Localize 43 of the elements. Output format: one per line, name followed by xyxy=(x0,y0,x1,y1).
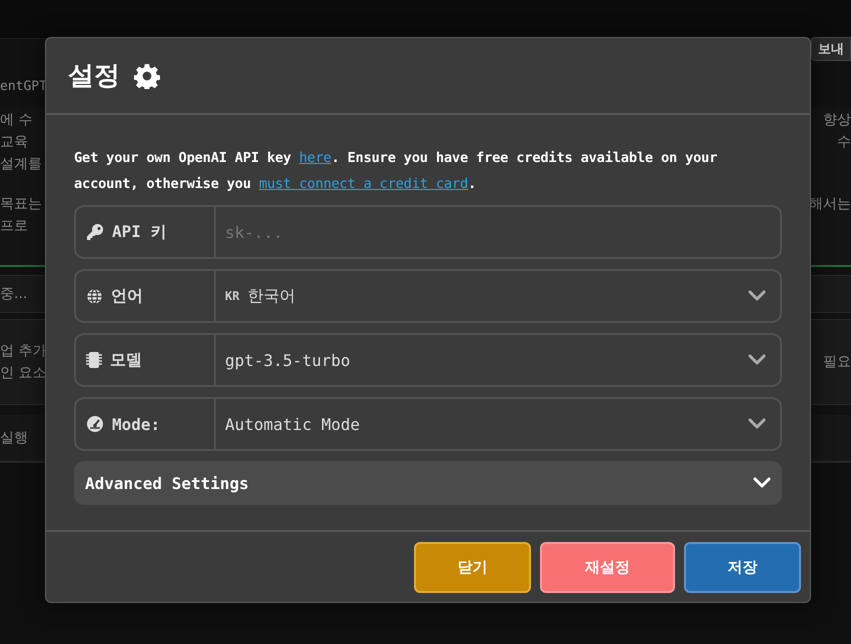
field-label: Mode: xyxy=(112,414,160,434)
select-field[interactable]: 언어 KR 한국어 xyxy=(74,269,782,323)
api-key-field[interactable]: API 키 sk-... xyxy=(74,205,782,259)
background-text: 목표는 xyxy=(0,195,42,214)
background-text: 업 추가 xyxy=(0,342,46,361)
link[interactable]: must connect a credit card xyxy=(258,176,468,192)
background-text: 에 수 xyxy=(0,111,34,130)
select-value: 한국어 xyxy=(247,286,296,306)
chip-icon xyxy=(86,351,102,369)
background-text: 교육 xyxy=(0,133,29,152)
save-button[interactable]: 저장 xyxy=(684,542,801,592)
link[interactable]: here xyxy=(299,150,332,166)
background-text: 실행 xyxy=(0,429,28,448)
advanced-settings-toggle[interactable]: Advanced Settings xyxy=(74,461,782,505)
chevron-down-icon xyxy=(753,477,771,489)
background-text: 설계를 xyxy=(0,155,42,174)
chevron-down-icon xyxy=(748,418,766,430)
select-value: gpt-3.5-turbo xyxy=(225,350,352,370)
app-title: entGPT xyxy=(0,78,47,96)
background-text: 인 요소 xyxy=(0,364,46,383)
background-text: 중... xyxy=(0,285,28,304)
background-text: 프로 xyxy=(0,217,29,236)
select-field[interactable]: Mode: Automatic Mode xyxy=(74,397,782,451)
select-field[interactable]: 모델 gpt-3.5-turbo xyxy=(74,333,782,387)
field-label: 모델 xyxy=(110,350,142,370)
dialog-title: 설정 xyxy=(68,60,120,93)
gauge-icon xyxy=(86,415,104,433)
key-icon xyxy=(86,223,104,241)
export-button[interactable]: 보내 xyxy=(811,37,851,61)
api-key-input[interactable]: sk-... xyxy=(225,222,766,242)
background-text: 향상 xyxy=(823,111,851,130)
field-label: API 키 xyxy=(112,222,167,242)
background-text: 수 xyxy=(837,133,851,152)
background-text: 필요 xyxy=(823,353,851,372)
chevron-down-icon xyxy=(748,354,766,366)
select-value: Automatic Mode xyxy=(225,414,361,434)
flag-code: KR xyxy=(225,289,240,303)
intro-text: Get your own OpenAI API key here. Ensure you have free credits available on your account, otherwise you must connect a credit card. xyxy=(74,149,718,194)
chevron-down-icon xyxy=(748,290,766,302)
globe-icon xyxy=(86,288,103,304)
field-label: 언어 xyxy=(111,286,143,306)
settings-icon xyxy=(134,62,160,88)
background-text: 해서는 xyxy=(809,195,851,214)
